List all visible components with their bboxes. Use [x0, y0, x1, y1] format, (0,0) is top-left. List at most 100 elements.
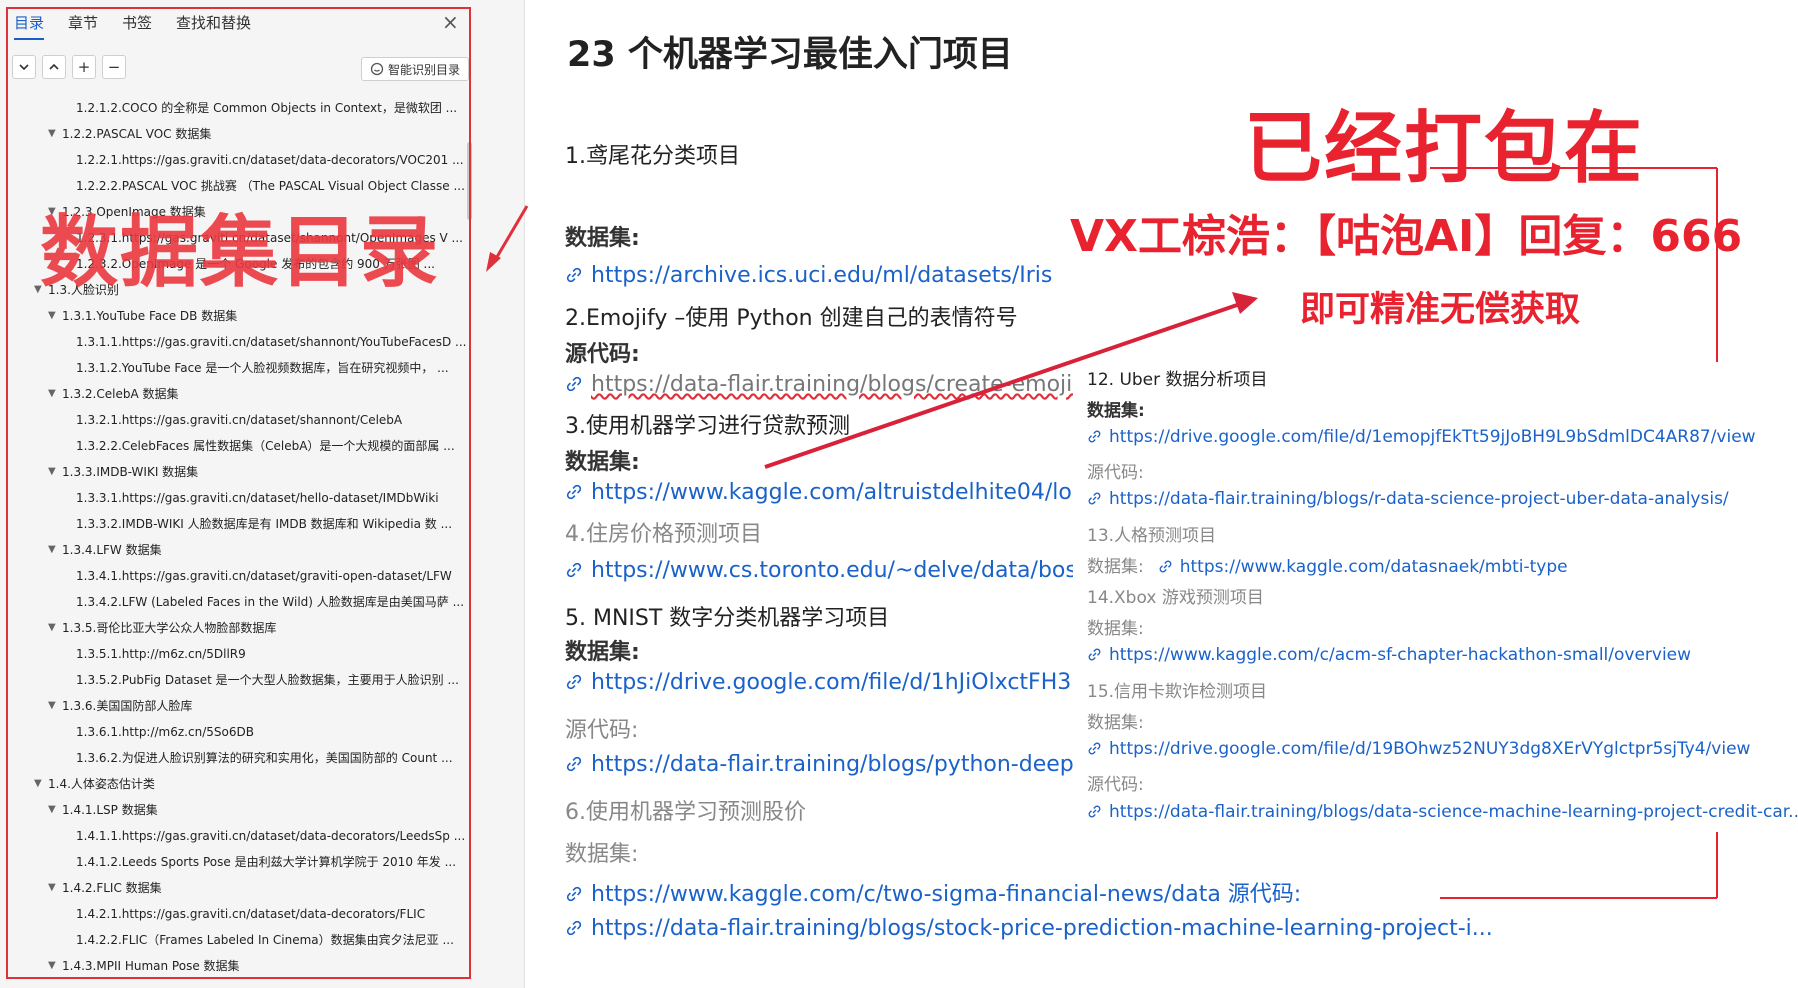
panel-link[interactable]: https://www.kaggle.com/c/acm-sf-chapter-… — [1087, 645, 1691, 665]
toc-item[interactable]: ▼ 1.4.3.MPII Human Pose 数据集 — [0, 953, 470, 979]
doc-text-line: https://data-flair.training/blogs/create… — [565, 372, 1104, 397]
collapse-button[interactable] — [12, 55, 36, 79]
toc-item[interactable]: 1.4.2.2.FLIC（Frames Labeled In Cinema）数据… — [0, 927, 470, 953]
toc-item[interactable]: ▼ 1.4.1.LSP 数据集 — [0, 797, 470, 823]
panel-line-text: 13.人格预测项目 — [1087, 526, 1217, 546]
panel-link[interactable]: https://drive.google.com/file/d/1emopjfE… — [1087, 427, 1756, 447]
panel-link[interactable]: https://data-flair.training/blogs/r-data… — [1087, 489, 1729, 509]
doc-text-line: 2.Emojify –使用 Python 创建自己的表情符号 — [565, 300, 1018, 332]
toc-item[interactable]: ▼ 1.4.2.FLIC 数据集 — [0, 875, 470, 901]
expand-triangle-icon[interactable]: ▼ — [48, 693, 56, 719]
toc-item[interactable]: 1.3.2.1.https://gas.graviti.cn/dataset/s… — [0, 407, 470, 433]
toc-item[interactable]: 1.3.6.2.为促进人脸识别算法的研究和实用化，美国国防部的 Count ..… — [0, 745, 470, 771]
expand-triangle-icon[interactable]: ▼ — [48, 121, 56, 147]
link-icon — [1088, 805, 1101, 818]
toc-item[interactable]: 1.2.2.1.https://gas.graviti.cn/dataset/d… — [0, 147, 470, 173]
link-icon — [566, 756, 582, 772]
toc-item[interactable]: 1.3.6.1.http://m6z.cn/5So6DB — [0, 719, 470, 745]
expand-triangle-icon[interactable]: ▼ — [48, 615, 56, 641]
toc-item-label: 1.3.3.1.https://gas.graviti.cn/dataset/h… — [76, 491, 439, 505]
doc-line-text: 数据集: — [565, 226, 640, 251]
expand-triangle-icon[interactable]: ▼ — [48, 953, 56, 979]
toc-scrollbar[interactable] — [467, 142, 472, 220]
doc-link[interactable]: https://drive.google.com/file/d/1hJiOlxc… — [565, 670, 1097, 695]
toc-item[interactable]: ▼ 1.3.1.YouTube Face DB 数据集 — [0, 303, 470, 329]
toc-item[interactable]: 1.3.4.2.LFW (Labeled Faces in the Wild) … — [0, 589, 470, 615]
toc-item-label: 1.4.2.2.FLIC（Frames Labeled In Cinema）数据… — [76, 933, 454, 947]
expand-button[interactable] — [42, 55, 66, 79]
toc-item-label: 1.4.人体姿态估计类 — [48, 777, 155, 791]
doc-link[interactable]: https://www.kaggle.com/c/two-sigma-finan… — [565, 876, 1301, 908]
panel-line-text: https://data-flair.training/blogs/data-s… — [1109, 802, 1798, 822]
toc-item-label: 1.3.2.CelebA 数据集 — [62, 387, 179, 401]
toc-item-label: 1.3.1.1.https://gas.graviti.cn/dataset/s… — [76, 335, 467, 349]
toc-item[interactable]: 1.3.2.2.CelebFaces 属性数据集（CelebA）是一个大规模的面… — [0, 433, 470, 459]
remove-button[interactable]: − — [102, 55, 126, 79]
expand-triangle-icon[interactable]: ▼ — [34, 771, 42, 797]
toc-item[interactable]: 1.3.3.2.IMDB-WIKI 人脸数据库是有 IMDB 数据库和 Wiki… — [0, 511, 470, 537]
expand-triangle-icon[interactable]: ▼ — [48, 381, 56, 407]
link-icon — [1088, 430, 1101, 443]
link-icon — [1088, 742, 1101, 755]
panel-line-text: 数据集: — [1087, 713, 1144, 733]
toc-item[interactable]: 1.3.3.1.https://gas.graviti.cn/dataset/h… — [0, 485, 470, 511]
tab-find-replace[interactable]: 查找和替换 — [176, 12, 251, 40]
expand-triangle-icon[interactable]: ▼ — [48, 303, 56, 329]
toc-toolbar: + − — [12, 55, 126, 79]
doc-text-line: 5. MNIST 数字分类机器学习项目 — [565, 600, 889, 632]
toc-item[interactable]: 1.2.1.2.COCO 的全称是 Common Objects in Cont… — [0, 95, 470, 121]
toc-item[interactable]: 1.3.5.1.http://m6z.cn/5DllR9 — [0, 641, 470, 667]
panel-link[interactable]: https://data-flair.training/blogs/data-s… — [1087, 802, 1798, 822]
toc-item[interactable]: 1.3.1.2.YouTube Face 是一个人脸视频数据库，旨在研究视频中，… — [0, 355, 470, 381]
toc-item[interactable]: ▼ 1.3.5.哥伦比亚大学公众人物脸部数据库 — [0, 615, 470, 641]
link-icon — [1088, 648, 1101, 661]
toc-item[interactable]: ▼ 1.3.4.LFW 数据集 — [0, 537, 470, 563]
tab-toc[interactable]: 目录 — [14, 12, 45, 40]
toc-item[interactable]: 1.3.4.1.https://gas.graviti.cn/dataset/g… — [0, 563, 470, 589]
toc-item[interactable]: 1.3.5.2.PubFig Dataset 是一个大型人脸数据集，主要用于人脸… — [0, 667, 470, 693]
smart-toc-button[interactable]: 智能识别目录 — [361, 57, 470, 81]
expand-triangle-icon[interactable]: ▼ — [48, 459, 56, 485]
panel-text-line: 数据集: — [1087, 396, 1145, 421]
doc-link[interactable]: https://www.cs.toronto.edu/~delve/data/b… — [565, 558, 1108, 583]
panel-link[interactable]: https://drive.google.com/file/d/19BOhwz5… — [1087, 739, 1750, 759]
smart-toc-label: 智能识别目录 — [388, 62, 461, 77]
toc-item-label: 1.3.3.IMDB-WIKI 数据集 — [62, 465, 199, 479]
toc-item[interactable]: ▼ 1.3.6.美国国防部人脸库 — [0, 693, 470, 719]
toc-item[interactable]: ▼ 1.2.2.PASCAL VOC 数据集 — [0, 121, 470, 147]
toc-item-label: 1.3.6.2.为促进人脸识别算法的研究和实用化，美国国防部的 Count ..… — [76, 751, 453, 765]
doc-link[interactable]: https://data-flair.training/blogs/python… — [565, 752, 1115, 777]
panel-text-line: 源代码: — [1087, 458, 1144, 483]
expand-triangle-icon[interactable]: ▼ — [48, 537, 56, 563]
doc-line-text: https://drive.google.com/file/d/1hJiOlxc… — [591, 670, 1098, 695]
expand-triangle-icon[interactable]: ▼ — [48, 797, 56, 823]
toc-item[interactable]: ▼ 1.4.人体姿态估计类 — [0, 771, 470, 797]
doc-link[interactable]: https://www.kaggle.com/altruistdelhite04… — [565, 480, 1107, 505]
doc-link[interactable]: https://data-flair.training/blogs/stock-… — [565, 916, 1493, 941]
tab-bookmarks[interactable]: 书签 — [122, 12, 152, 40]
doc-text-line: 源代码: — [565, 712, 638, 744]
promo-title: 已经打包在 — [1244, 104, 1645, 194]
toc-item[interactable]: 1.4.1.2.Leeds Sports Pose 是由利兹大学计算机学院于 2… — [0, 849, 470, 875]
toc-item-label: 1.3.5.2.PubFig Dataset 是一个大型人脸数据集，主要用于人脸… — [76, 673, 459, 687]
panel-inline-link[interactable]: https://www.kaggle.com/datasnaek/mbti-ty… — [1158, 557, 1568, 577]
close-icon[interactable]: × — [442, 12, 459, 32]
doc-link[interactable]: https://archive.ics.uci.edu/ml/datasets/… — [565, 263, 1052, 288]
promo-contact: VX工棕浩：【咕泡AI】回复：666 — [1070, 211, 1743, 262]
expand-triangle-icon[interactable]: ▼ — [48, 875, 56, 901]
tab-chapters[interactable]: 章节 — [68, 12, 98, 40]
toc-item[interactable]: ▼ 1.3.3.IMDB-WIKI 数据集 — [0, 459, 470, 485]
add-button[interactable]: + — [72, 55, 96, 79]
toc-item[interactable]: 1.4.2.1.https://gas.graviti.cn/dataset/d… — [0, 901, 470, 927]
smart-recognize-icon — [370, 62, 384, 76]
toc-item[interactable]: ▼ 1.3.2.CelebA 数据集 — [0, 381, 470, 407]
doc-line-text: 3.使用机器学习进行贷款预测 — [565, 414, 850, 439]
toc-item-label: 1.3.5.1.http://m6z.cn/5DllR9 — [76, 647, 246, 661]
doc-line-text: 4.住房价格预测项目 — [565, 522, 762, 547]
toc-item[interactable]: 1.3.1.1.https://gas.graviti.cn/dataset/s… — [0, 329, 470, 355]
toc-item-label: 1.3.2.2.CelebFaces 属性数据集（CelebA）是一个大规模的面… — [76, 439, 455, 453]
toc-item-label: 1.4.2.1.https://gas.graviti.cn/dataset/d… — [76, 907, 426, 921]
toc-item[interactable]: 1.4.1.1.https://gas.graviti.cn/dataset/d… — [0, 823, 470, 849]
doc-line-text: 数据集: — [565, 640, 640, 665]
panel-line-text: 14.Xbox 游戏预测项目 — [1087, 588, 1264, 608]
